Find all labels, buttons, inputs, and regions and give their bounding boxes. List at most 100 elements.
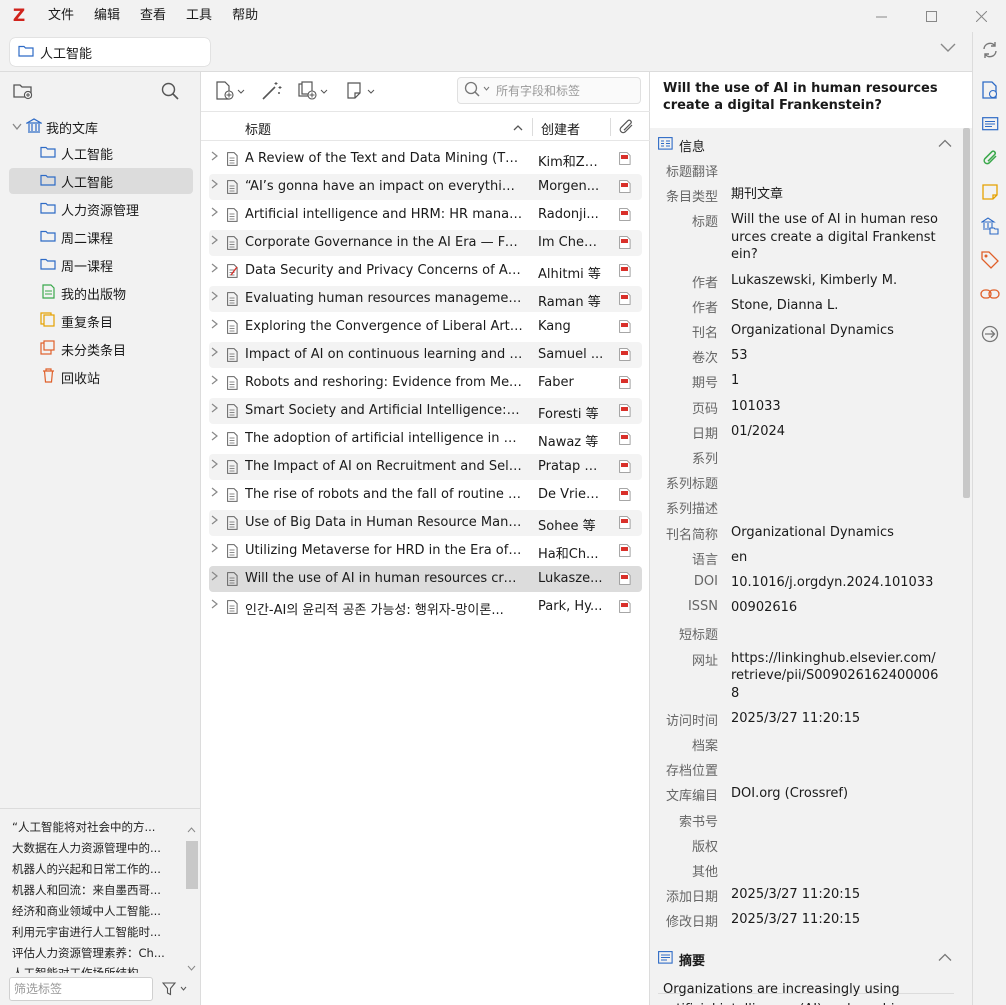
table-row[interactable]: Smart Society and Artificial Intelligenc… xyxy=(209,398,642,424)
table-row[interactable]: A Review of the Text and Data Mining (TD… xyxy=(209,146,642,172)
pdf-icon[interactable] xyxy=(619,600,631,617)
tags-icon[interactable] xyxy=(980,250,1000,270)
chevron-right-icon[interactable] xyxy=(211,459,218,472)
chevron-right-icon[interactable] xyxy=(211,543,218,556)
minimize-button[interactable] xyxy=(856,0,906,32)
chevron-right-icon[interactable] xyxy=(211,179,218,192)
table-row[interactable]: Utilizing Metaverse for HRD in the Era o… xyxy=(209,538,642,564)
table-row[interactable]: 인간-AI의 윤리적 공존 가능성: 행위자-망이론... Park, Hy... xyxy=(209,594,642,620)
libraries-collections-icon[interactable] xyxy=(980,216,1000,236)
table-row[interactable]: Data Security and Privacy Concerns of Ai… xyxy=(209,258,642,284)
table-row[interactable]: Evaluating human resources management ..… xyxy=(209,286,642,312)
pdf-icon[interactable] xyxy=(619,460,631,477)
table-row[interactable]: “AI’s gonna have an impact on everything… xyxy=(209,174,642,200)
field-value[interactable]: Stone, Dianna L. xyxy=(731,297,941,315)
locate-icon[interactable] xyxy=(980,324,1000,344)
pdf-icon[interactable] xyxy=(619,376,631,393)
pdf-icon[interactable] xyxy=(619,208,631,225)
field-value[interactable]: Will the use of AI in human resources cr… xyxy=(731,211,941,264)
pdf-icon[interactable] xyxy=(619,320,631,337)
scroll-thumb[interactable] xyxy=(186,841,198,889)
table-row[interactable]: Corporate Governance in the AI Era — Foc… xyxy=(209,230,642,256)
collection-item[interactable]: 人力资源管理 xyxy=(9,196,193,222)
table-row[interactable]: Use of Big Data in Human Resource Mana..… xyxy=(209,510,642,536)
field-value[interactable]: 53 xyxy=(731,347,941,365)
pdf-icon[interactable] xyxy=(619,544,631,561)
chevron-right-icon[interactable] xyxy=(211,403,218,416)
table-row[interactable]: The Impact of AI on Recruitment and Sele… xyxy=(209,454,642,480)
menu-edit[interactable]: 编辑 xyxy=(84,0,130,32)
field-value[interactable]: Organizational Dynamics xyxy=(731,524,941,542)
search-icon[interactable] xyxy=(161,82,179,104)
item-pane-scrollbar[interactable] xyxy=(962,128,972,1005)
chevron-down-icon[interactable] xyxy=(12,120,26,135)
tag-scrollbar[interactable] xyxy=(184,825,200,975)
chevron-right-icon[interactable] xyxy=(211,263,218,276)
filter-icon[interactable] xyxy=(161,982,188,1000)
attachment-column-icon[interactable] xyxy=(617,119,635,139)
pdf-icon[interactable] xyxy=(619,152,631,169)
collection-item[interactable]: 人工智能 xyxy=(9,140,193,166)
pdf-icon[interactable] xyxy=(619,180,631,197)
table-row[interactable]: Exploring the Convergence of Liberal Art… xyxy=(209,314,642,340)
tag-filter-input[interactable]: 筛选标签 xyxy=(9,977,153,1001)
tab-current-collection[interactable]: 人工智能 xyxy=(10,38,210,66)
abstract-nav-icon[interactable] xyxy=(980,114,1000,134)
field-value[interactable]: 1 xyxy=(731,372,941,390)
attachments-icon[interactable] xyxy=(980,148,1000,168)
tag-item[interactable]: 利用元宇宙进行人工智能时... xyxy=(12,924,170,940)
pdf-icon[interactable] xyxy=(619,572,631,589)
field-value[interactable]: 2025/3/27 11:20:15 xyxy=(731,710,941,728)
table-row[interactable]: The rise of robots and the fall of routi… xyxy=(209,482,642,508)
pdf-icon[interactable] xyxy=(619,432,631,449)
abstract-section-header[interactable]: 摘要 xyxy=(658,947,954,971)
collection-item[interactable]: 我的出版物 xyxy=(9,280,193,306)
chevron-right-icon[interactable] xyxy=(211,319,218,332)
tag-item[interactable]: 人工智能对工作场所结构... xyxy=(12,965,170,973)
field-value[interactable]: DOI.org (Crossref) xyxy=(731,785,941,803)
chevron-up-icon[interactable] xyxy=(938,137,952,152)
pdf-icon[interactable] xyxy=(619,292,631,309)
new-note-icon[interactable] xyxy=(346,81,380,105)
maximize-button[interactable] xyxy=(906,0,956,32)
chevron-right-icon[interactable] xyxy=(211,375,218,388)
menu-tools[interactable]: 工具 xyxy=(176,0,222,32)
chevron-right-icon[interactable] xyxy=(211,151,218,164)
menu-view[interactable]: 查看 xyxy=(130,0,176,32)
tag-item[interactable]: 大数据在人力资源管理中的... xyxy=(12,840,170,856)
chevron-right-icon[interactable] xyxy=(211,347,218,360)
column-title[interactable]: 标题 xyxy=(245,119,271,138)
library-root[interactable]: 我的文库 xyxy=(9,114,193,140)
tag-item[interactable]: 机器人和回流：来自墨西哥... xyxy=(12,882,170,898)
chevron-right-icon[interactable] xyxy=(211,599,218,612)
chevron-right-icon[interactable] xyxy=(211,291,218,304)
chevron-right-icon[interactable] xyxy=(211,207,218,220)
table-row[interactable]: The adoption of artificial intelligence … xyxy=(209,426,642,452)
chevron-right-icon[interactable] xyxy=(211,571,218,584)
table-row[interactable]: Impact of AI on continuous learning and … xyxy=(209,342,642,368)
pdf-icon[interactable] xyxy=(619,516,631,533)
field-value[interactable]: 101033 xyxy=(731,398,941,416)
search-field[interactable]: 所有字段和标签 xyxy=(457,77,641,104)
pdf-icon[interactable] xyxy=(619,404,631,421)
chevron-right-icon[interactable] xyxy=(211,431,218,444)
sort-ascending-icon[interactable] xyxy=(513,121,523,136)
field-value[interactable]: https://linkinghub.elsevier.com/retrieve… xyxy=(731,650,941,703)
add-attachment-icon[interactable] xyxy=(297,81,333,105)
field-value[interactable]: 01/2024 xyxy=(731,423,941,441)
field-value[interactable]: 2025/3/27 11:20:15 xyxy=(731,886,941,904)
field-value[interactable]: Organizational Dynamics xyxy=(731,322,941,340)
magic-wand-icon[interactable] xyxy=(261,81,283,105)
sync-icon[interactable] xyxy=(980,40,1000,60)
table-row[interactable]: Artificial intelligence and HRM: HR mana… xyxy=(209,202,642,228)
new-item-icon[interactable] xyxy=(215,81,249,105)
chevron-right-icon[interactable] xyxy=(211,487,218,500)
column-creator[interactable]: 创建者 xyxy=(541,119,580,138)
tag-item[interactable]: 经济和商业领域中人工智能... xyxy=(12,903,170,919)
table-row[interactable]: Robots and reshoring: Evidence from Mexi… xyxy=(209,370,642,396)
pdf-icon[interactable] xyxy=(619,264,631,281)
field-value[interactable]: 00902616 xyxy=(731,599,941,617)
chevron-up-icon[interactable] xyxy=(938,951,952,966)
collection-item[interactable]: 周二课程 xyxy=(9,224,193,250)
notes-icon[interactable] xyxy=(980,182,1000,202)
